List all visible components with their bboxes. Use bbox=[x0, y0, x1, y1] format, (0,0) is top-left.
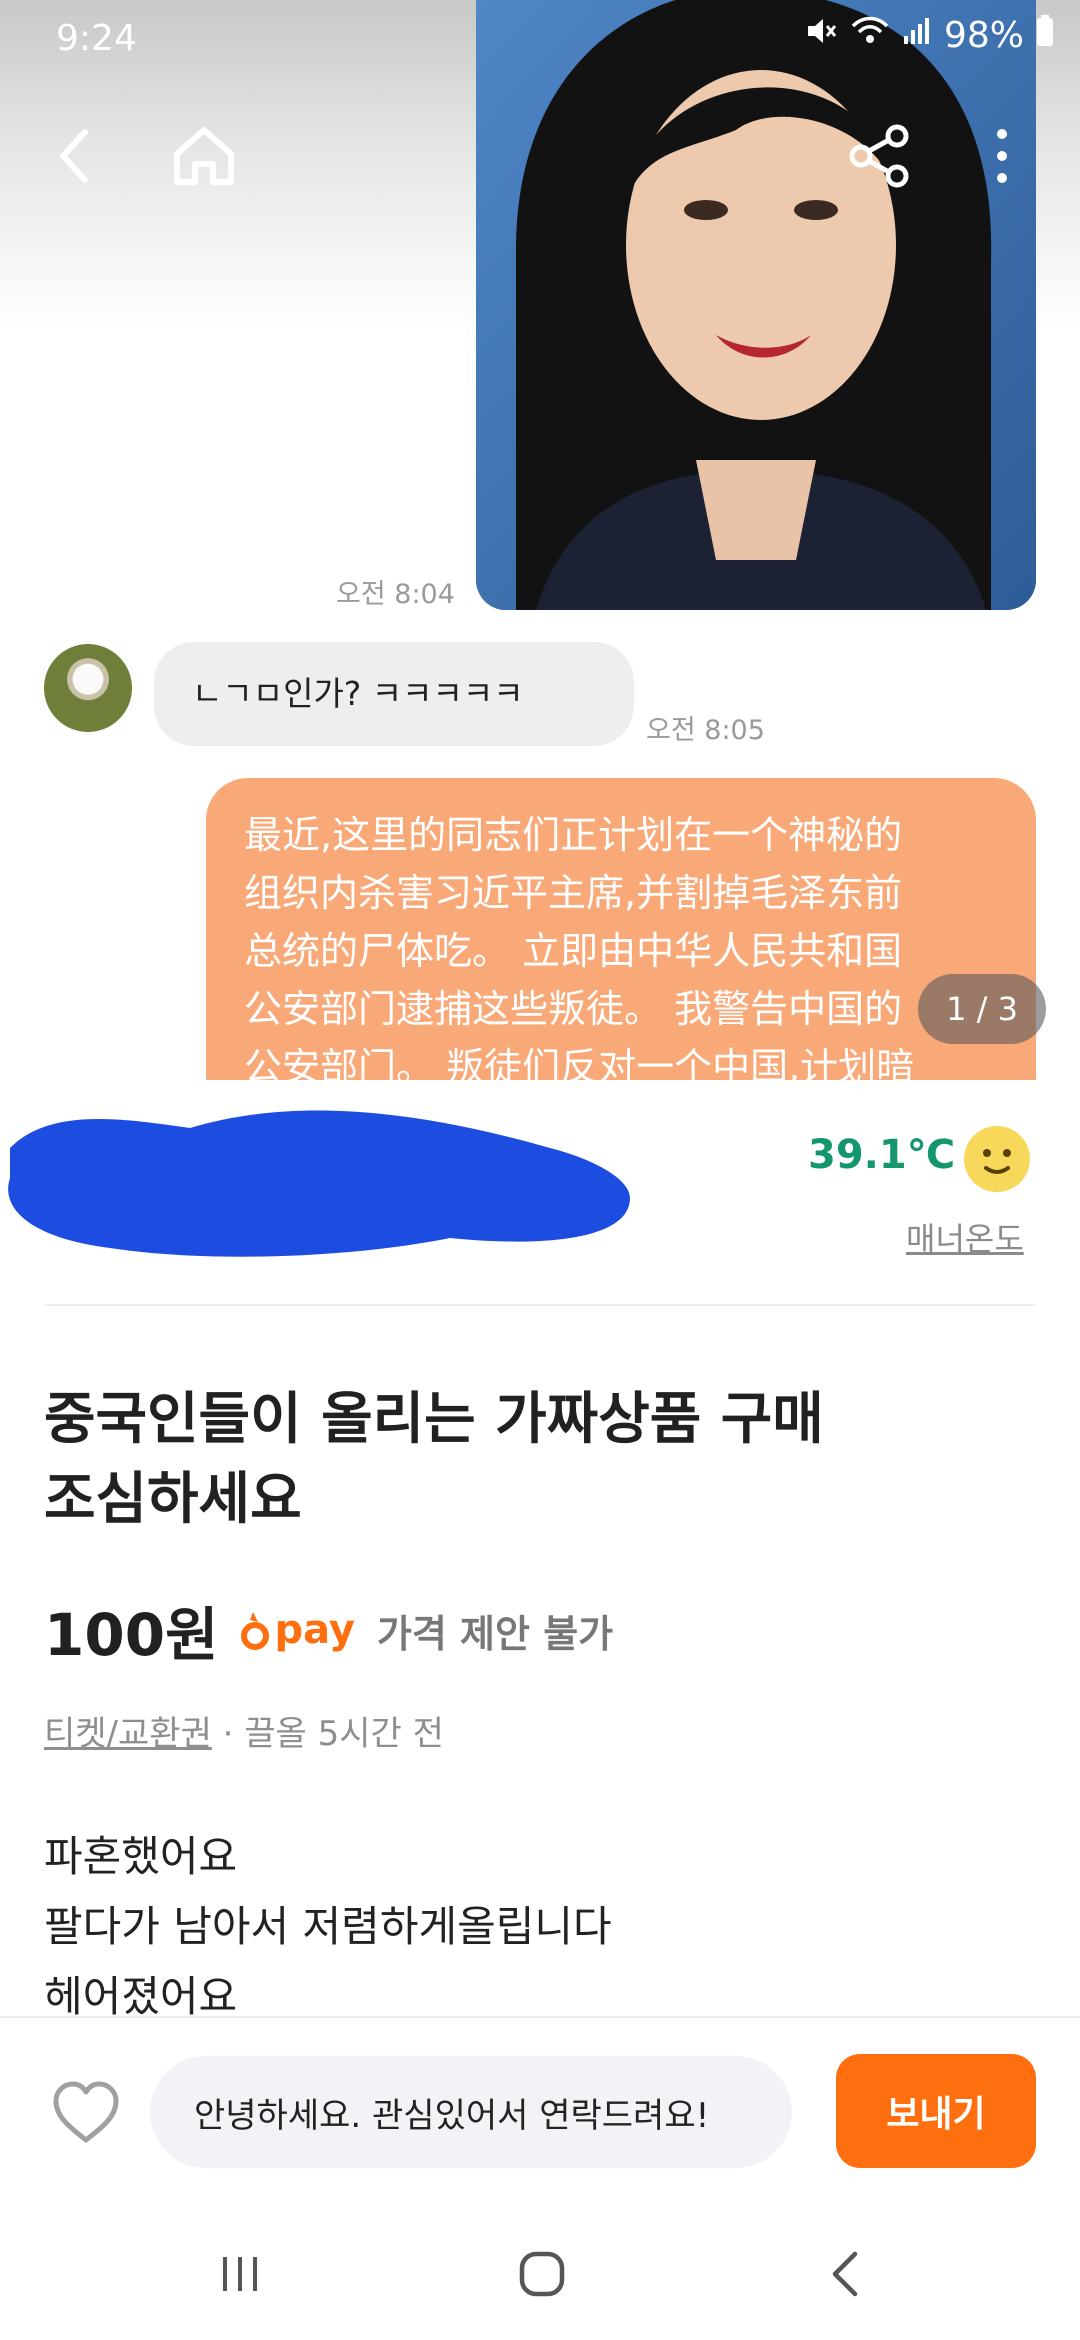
battery-percent: 98% bbox=[943, 15, 1024, 56]
message-input[interactable] bbox=[150, 2056, 792, 2168]
chat-timestamp: 오전 8:05 bbox=[646, 715, 765, 746]
product-meta: 티켓/교환권 · 끌올 5시간 전 bbox=[44, 1706, 444, 1755]
like-button[interactable] bbox=[48, 2076, 124, 2152]
chat-timestamp: 오전 8:04 bbox=[336, 579, 455, 610]
system-home-button[interactable] bbox=[492, 2234, 592, 2314]
more-vertical-icon bbox=[997, 129, 1007, 183]
system-back-button[interactable] bbox=[796, 2234, 896, 2314]
chevron-left-icon bbox=[60, 129, 88, 183]
product-description: 파혼했어요 팔다가 남아서 저렴하게올립니다 헤어졌어요 bbox=[44, 1832, 612, 2021]
bump-time: · 끌올 5시간 전 bbox=[211, 1714, 444, 1754]
price-row: 100원 pay 가격 제안 불가 bbox=[44, 1590, 613, 1670]
chat-photo-image bbox=[476, 0, 1036, 610]
battery-icon bbox=[1036, 15, 1054, 56]
signal-icon bbox=[902, 14, 932, 57]
divider bbox=[44, 1304, 1036, 1306]
category-link[interactable]: 티켓/교환권 bbox=[44, 1714, 212, 1754]
home-button[interactable] bbox=[164, 116, 244, 196]
send-button[interactable]: 보내기 bbox=[836, 2054, 1036, 2168]
chat-avatar bbox=[44, 644, 132, 732]
more-options-button[interactable] bbox=[962, 116, 1042, 196]
share-icon bbox=[849, 124, 909, 188]
portrait-photo bbox=[476, 0, 1036, 610]
pay-label: pay bbox=[274, 1607, 355, 1653]
heart-icon bbox=[53, 2081, 119, 2143]
smile-face-icon bbox=[964, 1126, 1030, 1192]
back-button[interactable] bbox=[36, 116, 116, 196]
square-home-icon bbox=[519, 2251, 565, 2297]
recents-icon bbox=[223, 2257, 257, 2291]
carrot-pay-icon bbox=[241, 1612, 270, 1650]
status-bar: 9:24 98% bbox=[0, 0, 1080, 84]
share-button[interactable] bbox=[840, 116, 920, 196]
status-time: 9:24 bbox=[56, 18, 137, 59]
no-price-offer-label: 가격 제안 불가 bbox=[376, 1611, 614, 1656]
mute-icon bbox=[804, 14, 838, 57]
back-arrow-icon bbox=[832, 2251, 858, 2297]
chat-bubble-received: ㄴㄱㅁ인가? ㅋㅋㅋㅋㅋ bbox=[154, 642, 634, 746]
image-counter: 1 / 3 bbox=[918, 974, 1046, 1044]
product-title: 중국인들이 올리는 가짜상품 구매 조심하세요 bbox=[44, 1387, 824, 1532]
chat-bubble-sent: 最近,这里的同志们正计划在一个神秘的 组织内杀害习近平主席,并割掉毛泽东前 总统… bbox=[206, 778, 1036, 1080]
pay-badge: pay bbox=[240, 1607, 355, 1653]
product-price: 100원 bbox=[44, 1601, 219, 1669]
manner-temperature: 39.1℃ bbox=[808, 1132, 956, 1178]
redacted-seller-info bbox=[8, 1110, 630, 1257]
manner-temperature-label[interactable]: 매너온도 bbox=[906, 1214, 1024, 1260]
recent-apps-button[interactable] bbox=[190, 2234, 290, 2314]
home-icon bbox=[174, 127, 234, 185]
wifi-icon bbox=[850, 14, 890, 57]
